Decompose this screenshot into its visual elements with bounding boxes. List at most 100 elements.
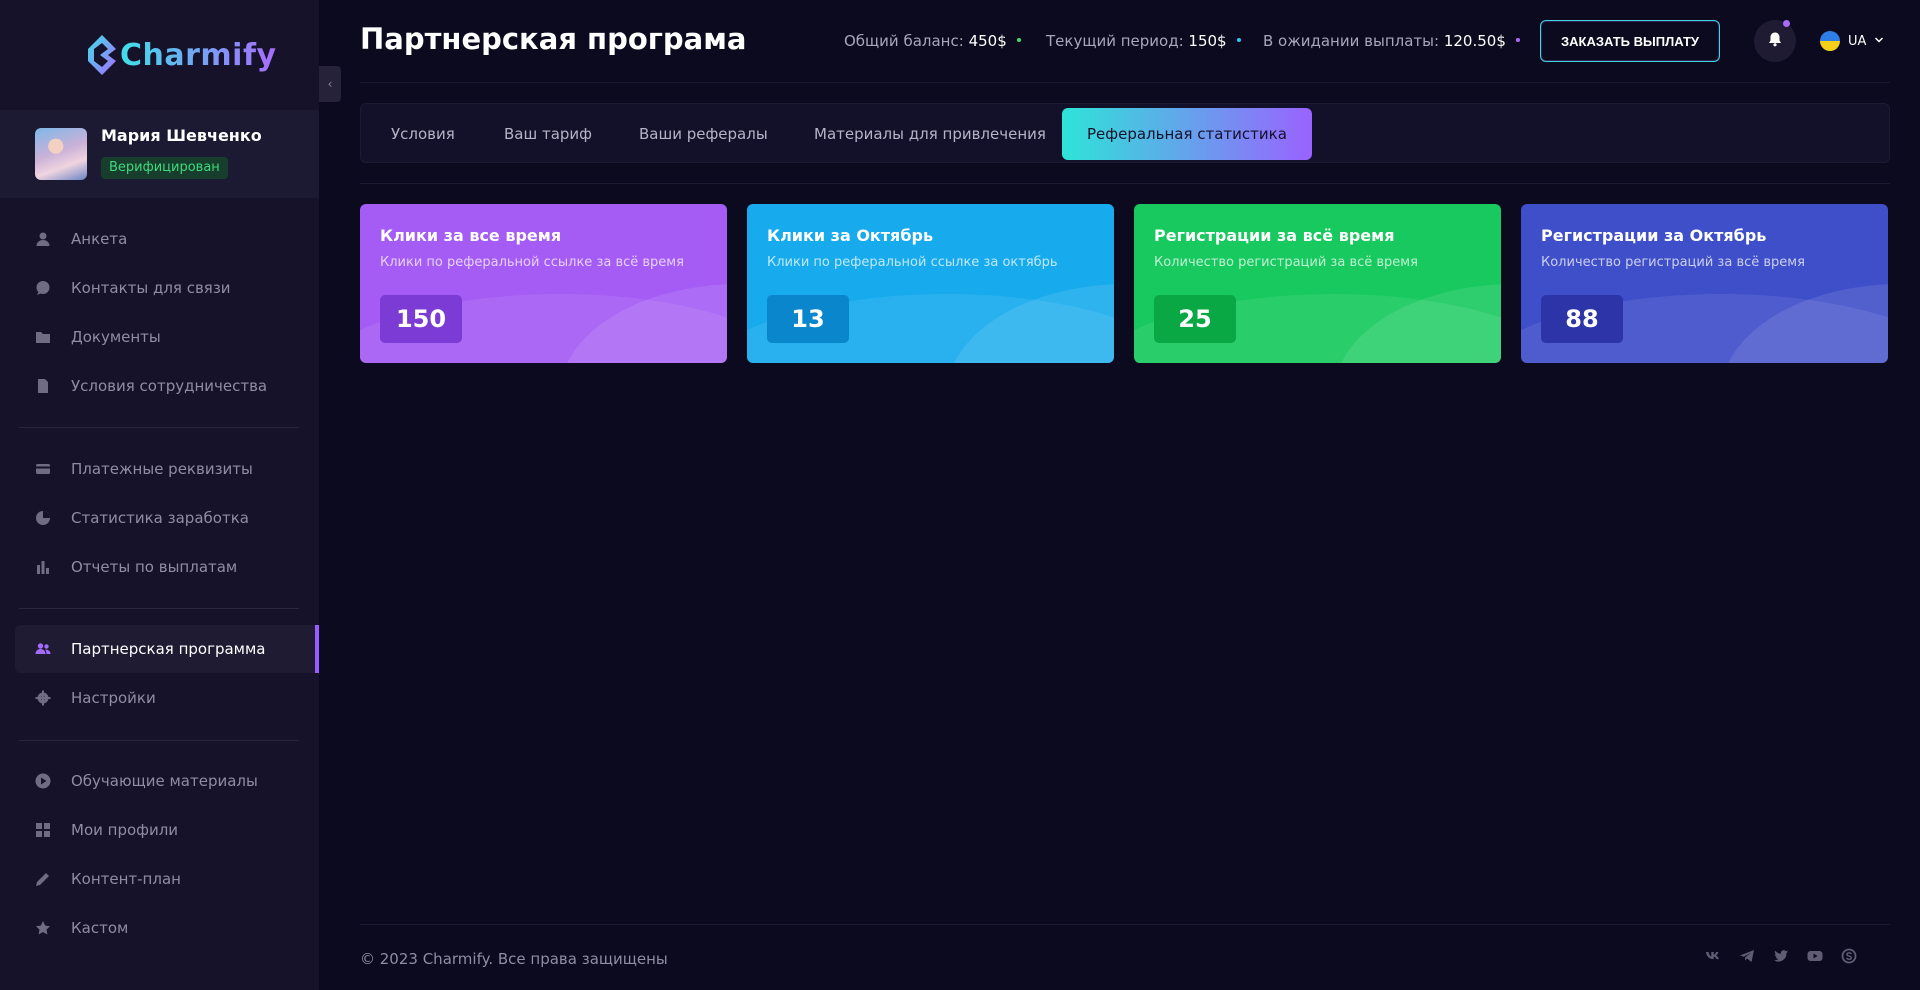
card-value: 88 bbox=[1541, 295, 1623, 343]
file-icon bbox=[35, 378, 51, 394]
sidebar-item-label: Партнерская программа bbox=[71, 640, 266, 658]
skype-icon[interactable] bbox=[1841, 948, 1857, 964]
youtube-icon[interactable] bbox=[1807, 948, 1823, 964]
sidebar-item-label: Настройки bbox=[71, 689, 156, 707]
sidebar-item-payment-details[interactable]: Платежные реквизиты bbox=[15, 445, 319, 493]
star-icon bbox=[35, 920, 51, 936]
stat-card-registrations-all-time: Регистрации за всё время Количество реги… bbox=[1134, 204, 1501, 363]
sidebar-item-label: Статистика заработка bbox=[71, 509, 249, 527]
pie-icon bbox=[35, 510, 51, 526]
card-value: 150 bbox=[380, 295, 462, 343]
avatar[interactable] bbox=[35, 128, 87, 180]
sidebar-item-content-plan[interactable]: Контент-план bbox=[15, 855, 319, 903]
card-title: Регистрации за всё время bbox=[1154, 226, 1395, 245]
sidebar-item-label: Отчеты по выплатам bbox=[71, 558, 238, 576]
users-icon bbox=[35, 641, 51, 657]
sidebar-item-label: Мои профили bbox=[71, 821, 179, 839]
chat-icon bbox=[35, 280, 51, 296]
user-profile[interactable] bbox=[0, 110, 319, 198]
chevron-left-icon: ‹ bbox=[327, 77, 333, 91]
sidebar-item-contacts[interactable]: Контакты для связи bbox=[15, 264, 319, 312]
sidebar-item-label: Обучающие материалы bbox=[71, 772, 258, 790]
notifications-button[interactable] bbox=[1754, 20, 1796, 62]
nav-divider bbox=[19, 427, 299, 428]
sidebar-item-custom[interactable]: Кастом bbox=[15, 904, 319, 952]
stat-label: Общий баланс: bbox=[844, 32, 964, 50]
tab-your-referrals[interactable]: Ваши рефералы bbox=[639, 108, 768, 160]
card-icon bbox=[35, 461, 51, 477]
language-selector[interactable]: UA bbox=[1820, 30, 1884, 52]
pending-payout-stat: В ожидании выплаты: 120.50$ bbox=[1263, 32, 1520, 50]
stat-card-clicks-october: Клики за Октябрь Клики по реферальной сс… bbox=[747, 204, 1114, 363]
social-links bbox=[1705, 948, 1857, 964]
language-code: UA bbox=[1848, 33, 1867, 49]
status-dot bbox=[1236, 37, 1241, 42]
gear-icon bbox=[35, 690, 51, 706]
tabs-divider bbox=[360, 183, 1890, 184]
flag-icon bbox=[1820, 31, 1840, 51]
sidebar-item-profile[interactable]: Анкета bbox=[15, 215, 319, 263]
balance-stat: Общий баланс: 450$ bbox=[844, 32, 1021, 50]
status-dot bbox=[1515, 37, 1520, 42]
stat-value: 450$ bbox=[968, 32, 1007, 50]
sidebar-item-label: Документы bbox=[71, 328, 161, 346]
sidebar-item-label: Контент-план bbox=[71, 870, 181, 888]
copyright: © 2023 Charmify. Все права защищены bbox=[360, 950, 668, 968]
collapse-sidebar-button[interactable]: ‹ bbox=[319, 66, 341, 102]
sidebar-item-label: Кастом bbox=[71, 919, 129, 937]
header-divider bbox=[360, 82, 1890, 83]
pencil-icon bbox=[35, 871, 51, 887]
page-title: Партнерская програма bbox=[360, 22, 747, 56]
telegram-icon[interactable] bbox=[1739, 948, 1755, 964]
sidebar-item-label: Условия сотрудничества bbox=[71, 377, 268, 395]
tab-conditions[interactable]: Условия bbox=[391, 108, 455, 160]
tab-your-plan[interactable]: Ваш тариф bbox=[504, 108, 592, 160]
bar-chart-icon bbox=[35, 559, 51, 575]
sidebar-item-label: Контакты для связи bbox=[71, 279, 231, 297]
tab-promo-materials[interactable]: Материалы для привлечения bbox=[814, 108, 1046, 160]
vk-icon[interactable] bbox=[1705, 948, 1721, 964]
sidebar: Charmify Мария Шевченко Верифицирован Ан… bbox=[0, 0, 319, 990]
stat-card-clicks-all-time: Клики за все время Клики по реферальной … bbox=[360, 204, 727, 363]
footer-divider bbox=[360, 924, 1890, 925]
play-icon bbox=[35, 773, 51, 789]
sidebar-item-earnings-stats[interactable]: Статистика заработка bbox=[15, 494, 319, 542]
stat-label: В ожидании выплаты: bbox=[1263, 32, 1440, 50]
user-icon bbox=[35, 231, 51, 247]
card-subtitle: Количество регистраций за всё время bbox=[1154, 255, 1418, 270]
sidebar-item-terms[interactable]: Условия сотрудничества bbox=[15, 362, 319, 410]
card-subtitle: Клики по реферальной ссылке за всё время bbox=[380, 255, 684, 270]
sidebar-item-my-profiles[interactable]: Мои профили bbox=[15, 806, 319, 854]
bell-icon bbox=[1767, 31, 1783, 51]
order-payout-button[interactable]: ЗАКАЗАТЬ ВЫПЛАТУ bbox=[1540, 20, 1720, 62]
stat-value: 120.50$ bbox=[1443, 32, 1506, 50]
notification-badge bbox=[1783, 20, 1790, 27]
twitter-icon[interactable] bbox=[1773, 948, 1789, 964]
card-value: 25 bbox=[1154, 295, 1236, 343]
sidebar-item-training[interactable]: Обучающие материалы bbox=[15, 757, 319, 805]
card-subtitle: Клики по реферальной ссылке за октябрь bbox=[767, 255, 1058, 270]
logo-text: Charmify bbox=[120, 37, 277, 73]
tab-referral-stats[interactable]: Реферальная статистика bbox=[1062, 108, 1312, 160]
grid-icon bbox=[35, 822, 51, 838]
logo-icon bbox=[86, 33, 118, 77]
card-subtitle: Количество регистраций за всё время bbox=[1541, 255, 1805, 270]
card-title: Клики за Октябрь bbox=[767, 226, 934, 245]
status-badge: Верифицирован bbox=[101, 157, 228, 179]
stat-card-registrations-october: Регистрации за Октябрь Количество регист… bbox=[1521, 204, 1888, 363]
card-value: 13 bbox=[767, 295, 849, 343]
nav-divider bbox=[19, 608, 299, 609]
sidebar-item-settings[interactable]: Настройки bbox=[15, 674, 319, 722]
chevron-down-icon bbox=[1874, 34, 1884, 49]
status-dot bbox=[1016, 37, 1021, 42]
sidebar-item-label: Анкета bbox=[71, 230, 128, 248]
sidebar-item-documents[interactable]: Документы bbox=[15, 313, 319, 361]
logo[interactable]: Charmify bbox=[86, 32, 277, 78]
stat-label: Текущий период: bbox=[1046, 32, 1184, 50]
nav-divider bbox=[19, 740, 299, 741]
sidebar-item-partner-program[interactable]: Партнерская программа bbox=[15, 625, 319, 673]
card-title: Регистрации за Октябрь bbox=[1541, 226, 1767, 245]
folder-icon bbox=[35, 329, 51, 345]
sidebar-item-payout-reports[interactable]: Отчеты по выплатам bbox=[15, 543, 319, 591]
card-title: Клики за все время bbox=[380, 226, 562, 245]
